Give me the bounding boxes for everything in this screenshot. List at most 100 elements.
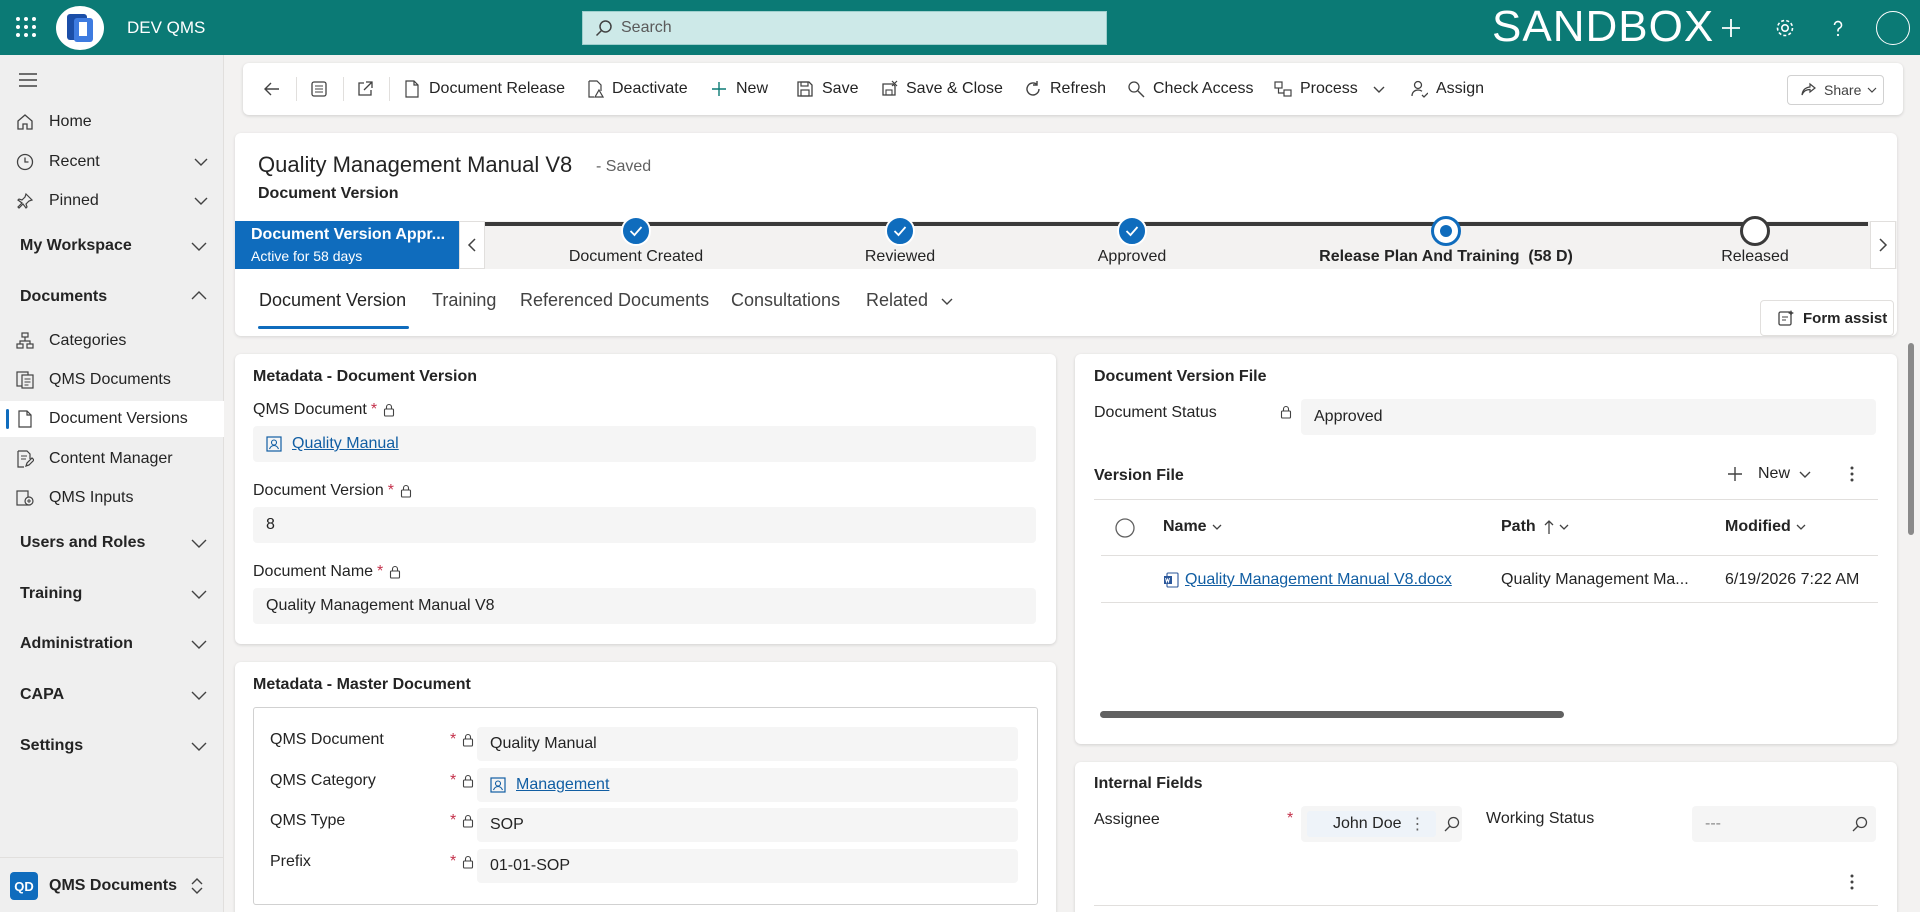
assignee-lookup[interactable]: John Doe ⋮ (1301, 806, 1462, 842)
search-box[interactable]: Search (582, 11, 1107, 45)
sidebar-item-qms-inputs[interactable]: QMS Inputs (0, 480, 224, 516)
sidebar-item-home[interactable]: Home (0, 104, 224, 140)
sidebar-item-pinned[interactable]: Pinned (0, 183, 224, 219)
table-row[interactable]: Quality Management Manual V8.docx Qualit… (1101, 556, 1878, 602)
group-settings[interactable]: Settings (20, 737, 83, 755)
search-icon[interactable] (1852, 816, 1868, 832)
chevron-down-icon[interactable] (190, 686, 208, 704)
refresh-button[interactable]: Refresh (1024, 63, 1106, 115)
master-qms-category-lookup[interactable]: Management (477, 768, 1018, 802)
file-name-link[interactable]: Quality Management Manual V8.docx (1185, 571, 1452, 589)
chevron-down-icon[interactable] (190, 585, 208, 603)
section-title: Metadata - Document Version (253, 368, 478, 385)
save-close-button[interactable]: Save & Close (880, 63, 1003, 115)
user-avatar[interactable] (1876, 11, 1910, 45)
form-view-button[interactable] (310, 63, 336, 115)
qms-category-link[interactable]: Management (516, 776, 609, 794)
bpf-prev-button[interactable] (459, 221, 485, 269)
assign-button[interactable]: Assign (1410, 63, 1484, 115)
save-status: - Saved (596, 158, 652, 175)
sidebar-item-qms-documents[interactable]: QMS Documents (0, 362, 224, 398)
document-release-button[interactable]: Document Release (403, 63, 565, 115)
sidebar-item-categories[interactable]: Categories (0, 323, 224, 359)
working-status-value: --- (1705, 815, 1721, 832)
document-version-field[interactable]: 8 (253, 507, 1036, 543)
more-options-icon[interactable] (1844, 465, 1860, 483)
section-title: Document Version File (1094, 368, 1267, 385)
master-prefix-field[interactable]: 01-01-SOP (477, 849, 1018, 883)
chevron-down-icon[interactable] (190, 237, 208, 255)
group-my-workspace[interactable]: My Workspace (20, 237, 132, 255)
master-qms-document-field[interactable]: Quality Manual (477, 727, 1018, 761)
document-name-field[interactable]: Quality Management Manual V8 (253, 588, 1036, 624)
tab-referenced-documents[interactable]: Referenced Documents (520, 290, 709, 311)
column-header-name[interactable]: Name (1163, 518, 1223, 536)
tab-consultations[interactable]: Consultations (731, 290, 840, 311)
plus-icon[interactable] (1717, 14, 1745, 42)
chevron-down-icon (1373, 86, 1385, 93)
bpf-stage-document-created[interactable]: Document Created (536, 216, 736, 266)
bpf-next-button[interactable] (1870, 221, 1896, 269)
bpf-stage-label: Approved (1097, 248, 1167, 265)
qms-document-link[interactable]: Quality Manual (292, 435, 399, 453)
bpf-stage-approved[interactable]: Approved (1032, 216, 1232, 266)
chevron-up-icon[interactable] (190, 287, 208, 305)
more-options-icon[interactable] (1844, 873, 1860, 891)
back-button[interactable] (263, 63, 289, 115)
tab-document-version[interactable]: Document Version (259, 290, 406, 311)
document-status-field[interactable]: Approved (1301, 399, 1876, 435)
chevron-down-icon[interactable] (190, 737, 208, 755)
sidebar-item-content-manager[interactable]: Content Manager (0, 441, 224, 477)
new-button[interactable]: New (710, 63, 768, 115)
required-indicator: * (450, 812, 457, 829)
bpf-stage-released[interactable]: Released (1655, 216, 1855, 266)
group-documents[interactable]: Documents (20, 288, 107, 306)
group-capa[interactable]: CAPA (20, 686, 64, 704)
tab-related[interactable]: Related (866, 290, 954, 311)
group-users-and-roles[interactable]: Users and Roles (20, 534, 145, 552)
bpf-stage-label: Release Plan And Training (58 D) (1319, 248, 1573, 265)
search-icon[interactable] (1444, 816, 1460, 832)
hamburger-icon[interactable] (18, 73, 38, 87)
deactivate-button[interactable]: Deactivate (586, 63, 688, 115)
master-qms-type-field[interactable]: SOP (477, 808, 1018, 842)
bpf-active-process[interactable]: Document Version Appr... Active for 58 d… (235, 221, 459, 269)
record-title: Quality Management Manual V8 (258, 152, 573, 177)
save-button[interactable]: Save (796, 63, 858, 115)
area-switcher[interactable]: QD QMS Documents (0, 857, 224, 912)
help-icon[interactable] (1824, 14, 1852, 42)
working-status-lookup[interactable]: --- (1692, 806, 1876, 842)
subgrid-new-button[interactable]: New (1726, 448, 1812, 500)
app-name[interactable]: DEV QMS (127, 18, 205, 38)
pin-icon (15, 191, 35, 211)
lookup-record-icon (266, 436, 282, 452)
chevron-down-icon[interactable] (190, 534, 208, 552)
chevron-down-icon (194, 158, 208, 166)
group-administration[interactable]: Administration (20, 635, 133, 653)
open-new-window-button[interactable] (356, 63, 382, 115)
bpf-stage-reviewed[interactable]: Reviewed (800, 216, 1000, 266)
bpf-active-duration: Active for 58 days (251, 248, 363, 264)
group-training[interactable]: Training (20, 585, 82, 603)
required-lock-indicator: * (446, 853, 474, 871)
sidebar-item-document-versions[interactable]: Document Versions (0, 401, 224, 437)
label-text: Document Name (253, 563, 374, 580)
share-button[interactable]: Share (1787, 75, 1884, 105)
app-launcher-icon[interactable] (14, 15, 38, 39)
process-button[interactable]: Process (1274, 63, 1386, 115)
tag-more-icon: ⋮ (1409, 816, 1426, 833)
tab-training[interactable]: Training (432, 290, 496, 311)
qms-document-lookup[interactable]: Quality Manual (253, 426, 1036, 462)
column-header-modified[interactable]: Modified (1725, 518, 1807, 536)
horizontal-scrollbar[interactable] (1100, 711, 1564, 718)
select-all-checkbox[interactable] (1114, 517, 1136, 539)
assignee-tag[interactable]: John Doe ⋮ (1307, 811, 1436, 837)
vertical-scrollbar[interactable] (1908, 343, 1914, 535)
bpf-stage-release-plan[interactable]: Release Plan And Training (58 D) (1296, 216, 1596, 266)
chevron-down-icon[interactable] (190, 635, 208, 653)
check-access-button[interactable]: Check Access (1127, 63, 1253, 115)
form-assist-button[interactable]: Form assist (1760, 300, 1894, 336)
gear-icon[interactable] (1771, 14, 1799, 42)
column-header-path[interactable]: Path (1501, 518, 1570, 536)
sidebar-item-recent[interactable]: Recent (0, 144, 224, 180)
